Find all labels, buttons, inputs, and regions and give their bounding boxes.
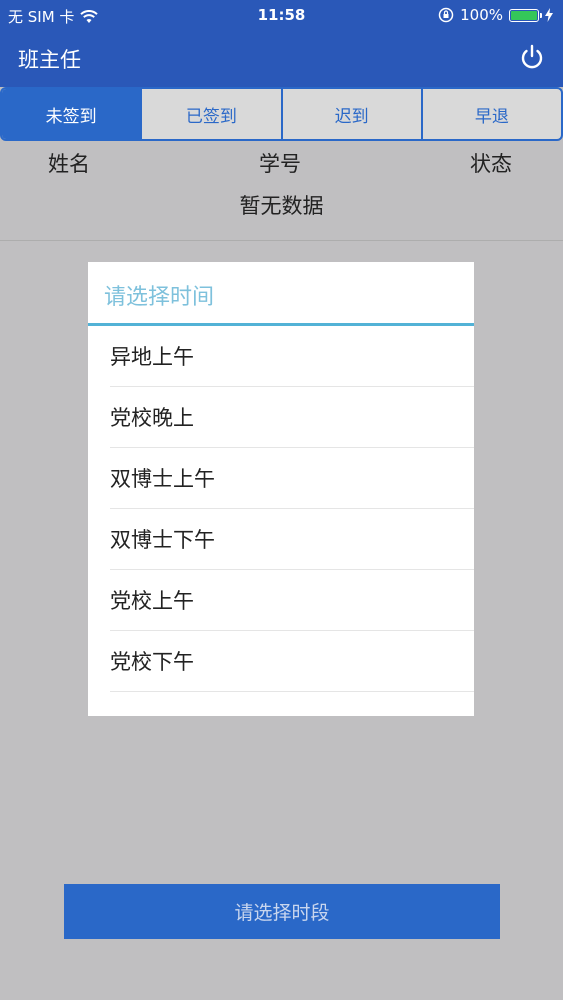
select-period-button[interactable]: 请选择时段 [64,884,500,939]
rotation-lock-icon [438,7,454,23]
empty-state-text: 暂无数据 [239,194,324,218]
status-bar: 无 SIM 卡 11:58 100% [0,0,563,30]
time-option[interactable]: 双博士上午 [110,448,474,509]
divider [0,240,563,241]
time-option[interactable]: 双博士下午 [110,509,474,570]
power-icon [521,44,543,69]
column-header-name: 姓名 [48,152,90,176]
tab-not-signed[interactable]: 未签到 [2,89,141,139]
tab-bar: 未签到 已签到 迟到 早退 [0,87,563,141]
time-option[interactable]: 党校晚上 [110,387,474,448]
time-option[interactable]: 异地上午 [110,326,474,387]
tab-early-leave[interactable]: 早退 [420,89,561,139]
battery-icon [509,8,542,22]
column-header-id: 学号 [259,152,301,176]
battery-percent: 100% [460,6,503,24]
charging-icon [545,8,553,22]
time-option[interactable]: 党校上午 [110,570,474,631]
tab-signed[interactable]: 已签到 [140,89,280,139]
table-header: 姓名 学号 状态 [0,148,563,178]
status-right: 100% [438,6,553,24]
header: 无 SIM 卡 11:58 100% 班主任 [0,0,563,87]
page-title: 班主任 [18,48,81,72]
time-option[interactable]: 党校下午 [110,631,474,692]
logout-button[interactable] [517,42,547,72]
column-header-status: 状态 [470,152,512,176]
time-picker-dialog: 请选择时间 异地上午 党校晚上 双博士上午 双博士下午 党校上午 党校下午 [88,262,474,716]
dialog-title: 请选择时间 [88,262,474,326]
tab-late[interactable]: 迟到 [280,89,421,139]
